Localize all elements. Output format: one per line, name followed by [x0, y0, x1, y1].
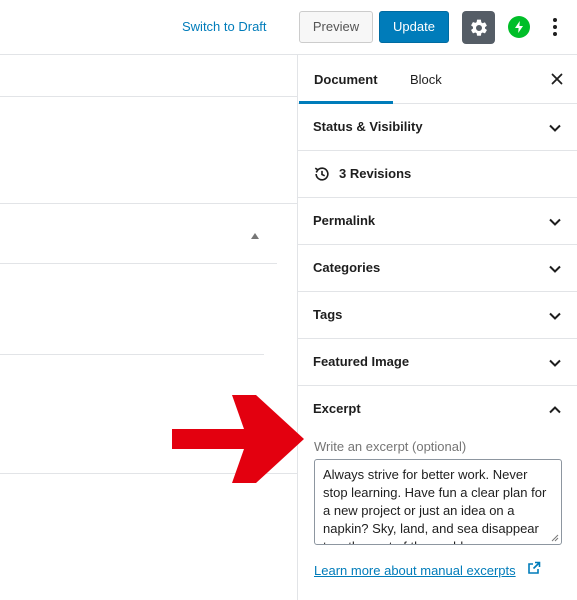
tab-block[interactable]: Block: [395, 55, 457, 104]
jetpack-icon: [515, 21, 523, 33]
resize-handle-icon[interactable]: [551, 534, 559, 542]
excerpt-text: Always strive for better work. Never sto…: [323, 467, 547, 544]
collapse-arrow-icon[interactable]: [251, 233, 259, 239]
divider: [0, 203, 297, 204]
sidebar-tabs: Document Block: [298, 55, 577, 104]
jetpack-button[interactable]: [508, 16, 530, 38]
excerpt-panel-toggle[interactable]: Excerpt: [313, 401, 361, 416]
panel-status-visibility[interactable]: Status & Visibility: [298, 104, 577, 151]
divider: [0, 263, 277, 264]
panel-title: Categories: [313, 260, 381, 275]
editor-header: Switch to Draft Preview Update: [0, 0, 577, 55]
panel-title: Featured Image: [313, 354, 410, 369]
panel-title: Status & Visibility: [313, 119, 423, 134]
settings-sidebar: Document Block Status & Visibility 3 Rev…: [297, 55, 577, 600]
close-icon: [551, 73, 563, 85]
external-link-icon[interactable]: [527, 561, 541, 575]
divider: [0, 354, 264, 355]
chevron-down-icon: [549, 312, 561, 320]
panel-title: Tags: [313, 307, 343, 322]
revisions-link[interactable]: 3 Revisions: [339, 166, 411, 181]
annotation-arrow-icon: [172, 395, 304, 483]
panel-categories[interactable]: Categories: [298, 245, 577, 292]
update-button[interactable]: Update: [379, 11, 449, 43]
learn-more-excerpts-link[interactable]: Learn more about manual excerpts: [314, 563, 516, 578]
chevron-up-icon[interactable]: [548, 403, 562, 417]
chevron-down-icon: [549, 218, 561, 226]
preview-button[interactable]: Preview: [299, 11, 373, 43]
editor-canvas[interactable]: [0, 55, 297, 600]
panel-revisions[interactable]: 3 Revisions: [298, 151, 577, 198]
chevron-down-icon: [549, 265, 561, 273]
excerpt-textarea[interactable]: Always strive for better work. Never sto…: [314, 459, 562, 545]
excerpt-field-label: Write an excerpt (optional): [314, 439, 467, 454]
tab-document[interactable]: Document: [299, 55, 393, 104]
panel-title: Permalink: [313, 213, 376, 228]
panel-excerpt: Excerpt Write an excerpt (optional) Alwa…: [298, 386, 577, 596]
more-options-button[interactable]: [545, 15, 565, 39]
panel-featured-image[interactable]: Featured Image: [298, 339, 577, 386]
panel-permalink[interactable]: Permalink: [298, 198, 577, 245]
more-vertical-icon: [553, 18, 557, 36]
panel-tags[interactable]: Tags: [298, 292, 577, 339]
close-sidebar-button[interactable]: [547, 69, 567, 89]
history-icon: [314, 167, 329, 181]
settings-button[interactable]: [462, 11, 495, 44]
divider: [0, 96, 297, 97]
switch-to-draft-button[interactable]: Switch to Draft: [182, 19, 267, 34]
gear-icon: [470, 19, 487, 36]
chevron-down-icon: [549, 124, 561, 132]
chevron-down-icon: [549, 359, 561, 367]
